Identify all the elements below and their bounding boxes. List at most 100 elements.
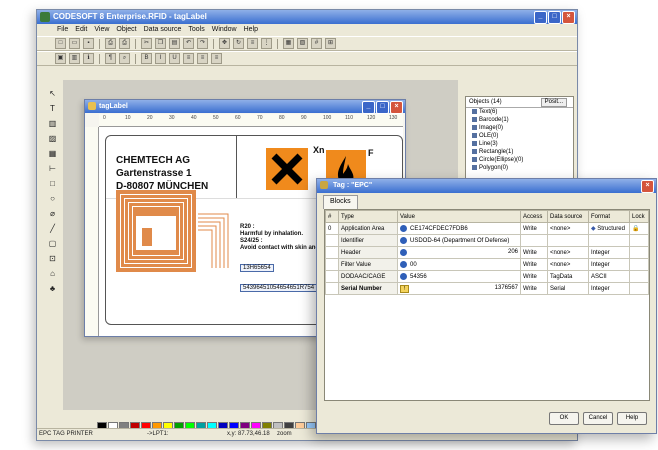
epc-long-field[interactable]: 54396451054654651R754 bbox=[240, 284, 318, 292]
polygon-icon[interactable]: ╱ bbox=[47, 223, 58, 234]
row-format[interactable]: Integer bbox=[588, 246, 630, 259]
form-icon[interactable]: ¶ bbox=[105, 53, 116, 64]
menu-object[interactable]: Object bbox=[116, 24, 136, 36]
row-lock[interactable] bbox=[629, 234, 649, 247]
object-tree-item[interactable]: Text(6) bbox=[466, 108, 573, 116]
text-icon[interactable]: T bbox=[47, 103, 58, 114]
snap-icon[interactable]: ⊞ bbox=[325, 38, 336, 49]
rectangle-icon[interactable]: □ bbox=[47, 178, 58, 189]
new-icon[interactable]: □ bbox=[55, 38, 66, 49]
menu-help[interactable]: Help bbox=[244, 24, 258, 36]
row-data-source[interactable]: TagData bbox=[547, 270, 589, 283]
row-data-source[interactable]: <none> bbox=[547, 246, 589, 259]
align-icon[interactable]: ≡ bbox=[247, 38, 258, 49]
row-format[interactable]: ◆ Structured bbox=[588, 222, 630, 235]
row-access[interactable]: Write bbox=[520, 282, 548, 295]
row-access[interactable]: Write bbox=[520, 246, 548, 259]
align-center-icon[interactable]: ≡ bbox=[197, 53, 208, 64]
table-row[interactable]: Serial Number ! 1376567 Write Serial Inte… bbox=[325, 282, 649, 295]
cut-icon[interactable]: ✂ bbox=[141, 38, 152, 49]
label-maximize-button[interactable]: □ bbox=[376, 101, 389, 114]
move-icon[interactable]: ✥ bbox=[219, 38, 230, 49]
print-icon[interactable]: ⎙ bbox=[105, 38, 116, 49]
redo-icon[interactable]: ↷ bbox=[197, 38, 208, 49]
row-access[interactable] bbox=[520, 234, 548, 247]
row-lock[interactable] bbox=[629, 246, 649, 259]
help-button[interactable]: Help bbox=[617, 412, 647, 425]
menu-file[interactable]: File bbox=[57, 24, 68, 36]
rfid-tag-icon[interactable]: ♣ bbox=[47, 283, 58, 294]
rfid-icon[interactable]: ▦ bbox=[47, 148, 58, 159]
ok-button[interactable]: OK bbox=[549, 412, 579, 425]
circle-icon[interactable]: ○ bbox=[47, 193, 58, 204]
row-value[interactable]: ! 1376567 bbox=[397, 282, 521, 295]
variables-icon[interactable]: ℹ bbox=[83, 53, 94, 64]
line-icon[interactable]: ⊢ bbox=[47, 163, 58, 174]
object-tree-item[interactable]: Barcode(1) bbox=[466, 116, 573, 124]
object-tree-item[interactable]: OLE(0) bbox=[466, 132, 573, 140]
image-icon[interactable]: ▨ bbox=[47, 133, 58, 144]
row-lock[interactable]: 🔒 bbox=[629, 222, 649, 235]
row-value[interactable]: CE174CFDEC7FDB6 bbox=[397, 222, 521, 235]
row-data-source[interactable] bbox=[547, 234, 589, 247]
barcode-icon[interactable]: ▥ bbox=[47, 118, 58, 129]
undo-icon[interactable]: ↶ bbox=[183, 38, 194, 49]
row-format[interactable]: Integer bbox=[588, 282, 630, 295]
row-access[interactable]: Write bbox=[520, 258, 548, 271]
column-header-data-source[interactable]: Data source bbox=[547, 210, 589, 223]
menu-tools[interactable]: Tools bbox=[188, 24, 204, 36]
label-setup-icon[interactable]: ▣ bbox=[55, 53, 66, 64]
column-header-number[interactable]: # bbox=[325, 210, 339, 223]
row-format[interactable]: Integer bbox=[588, 258, 630, 271]
column-header-access[interactable]: Access bbox=[520, 210, 548, 223]
minimize-button[interactable]: _ bbox=[534, 11, 547, 24]
row-value[interactable]: USDOD-64 (Department Of Defense) bbox=[397, 234, 521, 247]
row-value[interactable]: 00 bbox=[397, 258, 521, 271]
grid-icon[interactable]: # bbox=[311, 38, 322, 49]
row-data-source[interactable]: <none> bbox=[547, 222, 589, 235]
ellipse-icon[interactable]: ⌀ bbox=[47, 208, 58, 219]
position-button[interactable]: Posit... bbox=[540, 98, 567, 107]
dialog-close-button[interactable]: × bbox=[641, 180, 654, 193]
column-header-lock[interactable]: Lock bbox=[629, 210, 649, 223]
row-format[interactable] bbox=[588, 234, 630, 247]
row-value[interactable]: 206 bbox=[397, 246, 521, 259]
epc-short-field[interactable]: 13H65654 bbox=[240, 264, 274, 272]
label-minimize-button[interactable]: _ bbox=[362, 101, 375, 114]
database-icon[interactable]: ▥ bbox=[69, 53, 80, 64]
rounded-rect-icon[interactable]: ▢ bbox=[47, 238, 58, 249]
align-right-icon[interactable]: ≡ bbox=[211, 53, 222, 64]
menu-window[interactable]: Window bbox=[212, 24, 237, 36]
distribute-icon[interactable]: ⋮ bbox=[261, 38, 272, 49]
font-underline-icon[interactable]: U bbox=[169, 53, 180, 64]
copy-icon[interactable]: ❐ bbox=[155, 38, 166, 49]
table-row[interactable]: 0 Application Area CE174CFDEC7FDB6 Write… bbox=[325, 222, 649, 235]
object-tree-item[interactable]: Polygon(0) bbox=[466, 164, 573, 172]
paste-icon[interactable]: ▤ bbox=[169, 38, 180, 49]
table-row[interactable]: Filter Value 00 Write <none> Integer bbox=[325, 258, 649, 271]
label-close-button[interactable]: × bbox=[390, 101, 403, 114]
font-bold-icon[interactable]: B bbox=[141, 53, 152, 64]
row-format[interactable]: ASCII bbox=[588, 270, 630, 283]
font-italic-icon[interactable]: I bbox=[155, 53, 166, 64]
ole-icon[interactable]: ⊡ bbox=[47, 253, 58, 264]
maximize-button[interactable]: □ bbox=[548, 11, 561, 24]
menu-data-source[interactable]: Data source bbox=[144, 24, 182, 36]
shape-icon[interactable]: ⌂ bbox=[47, 268, 58, 279]
row-lock[interactable] bbox=[629, 258, 649, 271]
object-tree-item[interactable]: Rectangle(1) bbox=[466, 148, 573, 156]
align-left-icon[interactable]: ≡ bbox=[183, 53, 194, 64]
table-row[interactable]: DODAAC/CAGE 54356 Write TagData ASCII bbox=[325, 270, 649, 283]
row-lock[interactable] bbox=[629, 270, 649, 283]
tab-blocks[interactable]: Blocks bbox=[323, 195, 358, 209]
menu-edit[interactable]: Edit bbox=[75, 24, 87, 36]
menu-view[interactable]: View bbox=[94, 24, 109, 36]
close-button[interactable]: × bbox=[562, 11, 575, 24]
rotate-icon[interactable]: ↻ bbox=[233, 38, 244, 49]
pointer-icon[interactable]: ↖ bbox=[47, 88, 58, 99]
row-value[interactable]: 54356 bbox=[397, 270, 521, 283]
print-preview-icon[interactable]: ⎙ bbox=[119, 38, 130, 49]
save-icon[interactable]: ▪ bbox=[83, 38, 94, 49]
row-data-source[interactable]: Serial bbox=[547, 282, 589, 295]
open-icon[interactable]: ▭ bbox=[69, 38, 80, 49]
